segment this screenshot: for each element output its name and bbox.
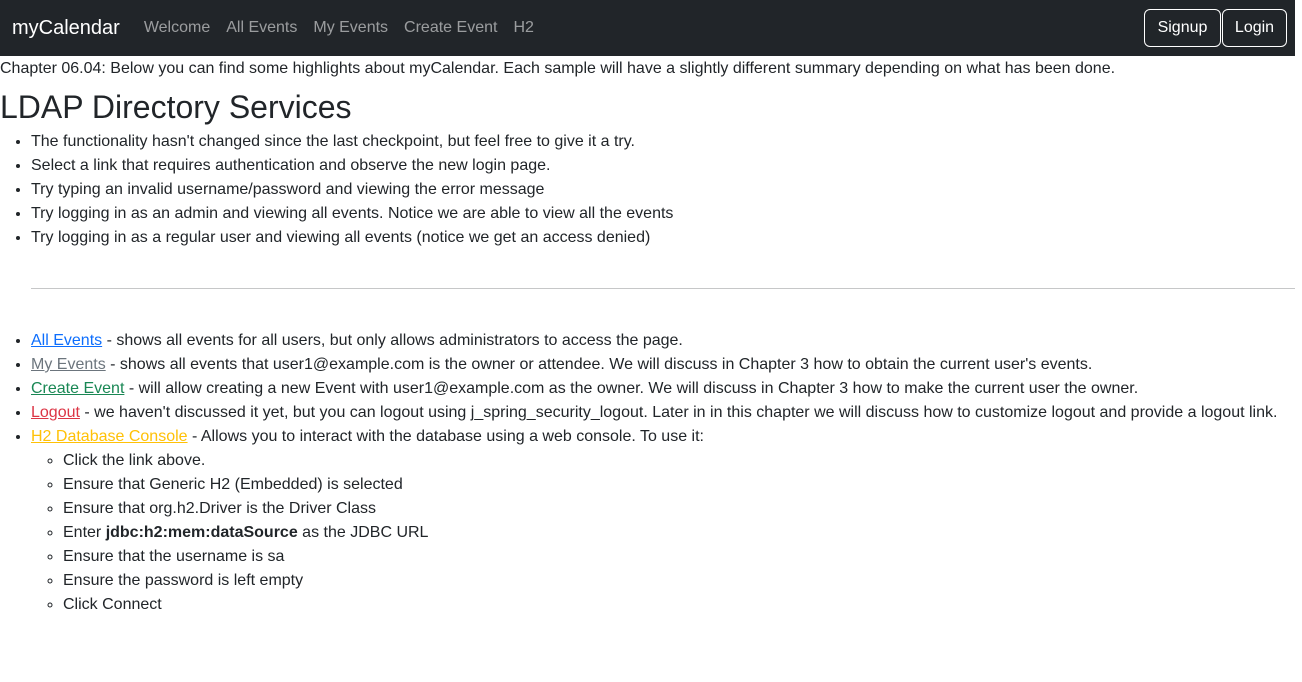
list-item: Try typing an invalid username/password … [31,178,1295,202]
logout-link[interactable]: Logout [31,404,80,421]
my-events-desc: - shows all events that user1@example.co… [105,356,1093,373]
jdbc-url: jdbc:h2:mem:dataSource [105,524,298,541]
auth-buttons: Signup Login [1144,9,1287,47]
nav-my-events[interactable]: My Events [313,16,388,40]
create-event-link[interactable]: Create Event [31,380,124,397]
brand-link[interactable]: myCalendar [12,16,120,40]
step-prefix: Enter [63,524,106,541]
list-item: Ensure that Generic H2 (Embedded) is sel… [63,473,1295,497]
h2-console-link[interactable]: H2 Database Console [31,428,188,445]
list-item: The functionality hasn't changed since t… [31,130,1295,154]
list-item: Try logging in as an admin and viewing a… [31,202,1295,226]
list-item: Click the link above. [63,449,1295,473]
divider-wrap [0,250,1295,329]
nav-create-event[interactable]: Create Event [404,16,497,40]
all-events-link[interactable]: All Events [31,332,102,349]
list-item-h2: H2 Database Console - Allows you to inte… [31,425,1295,617]
list-item: Ensure that org.h2.Driver is the Driver … [63,497,1295,521]
divider [31,288,1295,289]
list-item-all-events: All Events - shows all events for all us… [31,329,1295,353]
list-item: Ensure the password is left empty [63,569,1295,593]
list-item-my-events: My Events - shows all events that user1@… [31,353,1295,377]
all-events-desc: - shows all events for all users, but on… [102,332,683,349]
highlights-list: The functionality hasn't changed since t… [0,130,1295,250]
list-item: Ensure that the username is sa [63,545,1295,569]
logout-desc: - we haven't discussed it yet, but you c… [79,404,1278,421]
list-item: Select a link that requires authenticati… [31,154,1295,178]
my-events-link[interactable]: My Events [31,356,106,373]
list-item: Enter jdbc:h2:mem:dataSource as the JDBC… [63,521,1295,545]
list-item: Try logging in as a regular user and vie… [31,226,1295,250]
list-item-create-event: Create Event - will allow creating a new… [31,377,1295,401]
links-list: All Events - shows all events for all us… [0,329,1295,617]
login-button[interactable]: Login [1222,9,1287,47]
page-title: LDAP Directory Services [0,89,352,125]
top-navbar: myCalendar Welcome All Events My Events … [0,0,1295,56]
step-suffix: as the JDBC URL [297,524,429,541]
nav-welcome[interactable]: Welcome [144,16,210,40]
intro-text: Chapter 06.04: Below you can find some h… [0,60,1116,77]
list-item-logout: Logout - we haven't discussed it yet, bu… [31,401,1295,425]
nav-h2[interactable]: H2 [513,16,533,40]
nav-all-events[interactable]: All Events [226,16,297,40]
main-content: Chapter 06.04: Below you can find some h… [0,56,1295,617]
signup-button[interactable]: Signup [1144,9,1221,47]
h2-steps-list: Click the link above. Ensure that Generi… [31,449,1295,617]
list-item: Click Connect [63,593,1295,617]
h2-console-desc: - Allows you to interact with the databa… [187,428,704,445]
create-event-desc: - will allow creating a new Event with u… [124,380,1139,397]
